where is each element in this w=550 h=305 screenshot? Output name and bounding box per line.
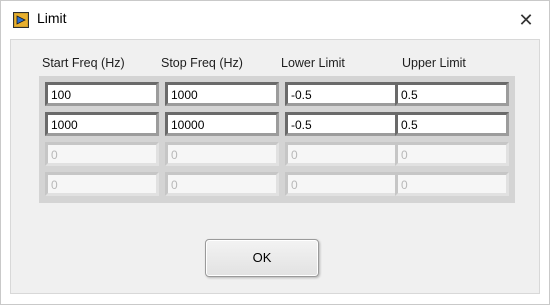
- cell-start-freq: 0: [45, 172, 159, 196]
- cell-stop-freq: 0: [165, 142, 279, 166]
- cell-stop-freq: 0: [165, 172, 279, 196]
- dialog-content: Start Freq (Hz) Stop Freq (Hz) Lower Lim…: [10, 39, 540, 294]
- close-button[interactable]: ✕: [511, 5, 541, 35]
- cell-lower-limit: 0: [285, 142, 399, 166]
- cell-upper-limit[interactable]: 0.5: [395, 82, 509, 106]
- cell-upper-limit: 0: [395, 142, 509, 166]
- limit-table: 100 1000 -0.5 0.5 1000 10000 -0.5 0.5 0 …: [39, 76, 515, 203]
- labview-vi-icon: [13, 12, 29, 28]
- window-title: Limit: [37, 10, 67, 26]
- title-bar: Limit ✕: [1, 1, 549, 39]
- cell-stop-freq[interactable]: 10000: [165, 112, 279, 136]
- cell-upper-limit[interactable]: 0.5: [395, 112, 509, 136]
- cell-start-freq: 0: [45, 142, 159, 166]
- column-header-start-freq: Start Freq (Hz): [42, 56, 125, 70]
- column-header-lower-limit: Lower Limit: [281, 56, 345, 70]
- limit-dialog: Limit ✕ Start Freq (Hz) Stop Freq (Hz) L…: [0, 0, 550, 305]
- cell-lower-limit[interactable]: -0.5: [285, 112, 399, 136]
- column-header-upper-limit: Upper Limit: [402, 56, 466, 70]
- cell-lower-limit: 0: [285, 172, 399, 196]
- column-header-stop-freq: Stop Freq (Hz): [161, 56, 243, 70]
- ok-button[interactable]: OK: [205, 239, 319, 277]
- cell-upper-limit: 0: [395, 172, 509, 196]
- cell-stop-freq[interactable]: 1000: [165, 82, 279, 106]
- cell-lower-limit[interactable]: -0.5: [285, 82, 399, 106]
- cell-start-freq[interactable]: 1000: [45, 112, 159, 136]
- cell-start-freq[interactable]: 100: [45, 82, 159, 106]
